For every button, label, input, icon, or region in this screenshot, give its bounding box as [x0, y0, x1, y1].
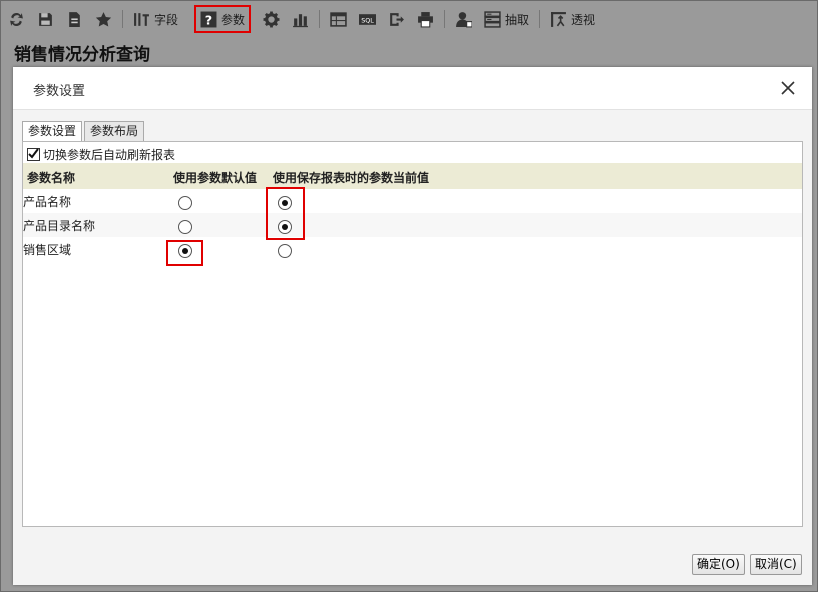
export-icon	[390, 12, 404, 26]
dialog-header: 参数设置	[13, 67, 812, 110]
cancel-button[interactable]: 取消(C)	[750, 554, 802, 575]
extract-label: 抽取	[505, 12, 530, 27]
highlight-box	[266, 187, 305, 240]
user-icon	[456, 11, 473, 27]
sql-icon: SQL	[359, 13, 377, 25]
highlight-box	[166, 240, 203, 266]
table-row: 产品目录名称	[23, 213, 802, 237]
user-button[interactable]	[451, 7, 476, 31]
save-icon	[39, 12, 52, 26]
params-label: 参数	[221, 12, 246, 27]
radio-use-default[interactable]	[178, 196, 192, 210]
fields-button[interactable]: 字段	[129, 7, 182, 31]
param-settings-dialog: 参数设置 参数设置 参数布局 切换参数后自动刷新报表 参数名称 使用参数默认值 …	[13, 67, 812, 585]
export-button[interactable]	[384, 7, 409, 31]
close-button[interactable]	[778, 78, 798, 98]
auto-refresh-checkbox[interactable]	[27, 148, 40, 161]
toolbar: 字段 ? 参数 SQL 抽取 透视	[0, 0, 818, 38]
params-button[interactable]: ? 参数	[194, 5, 252, 33]
toolbar-separator	[319, 10, 321, 28]
tab-param-layout[interactable]: 参数布局	[84, 121, 145, 141]
gear-icon	[263, 11, 280, 27]
refresh-button[interactable]	[4, 7, 29, 31]
settings-button[interactable]	[259, 7, 284, 31]
param-settings-panel: 切换参数后自动刷新报表 参数名称 使用参数默认值 使用保存报表时的参数当前值 产…	[22, 141, 803, 527]
save-as-button[interactable]	[62, 7, 87, 31]
extract-button[interactable]: 抽取	[480, 7, 533, 31]
auto-refresh-row[interactable]: 切换参数后自动刷新报表	[27, 146, 175, 163]
bar-chart-icon	[293, 13, 308, 27]
svg-text:SQL: SQL	[361, 16, 374, 24]
param-grid-header: 参数名称 使用参数默认值 使用保存报表时的参数当前值	[23, 163, 802, 189]
favorite-button[interactable]	[91, 7, 116, 31]
fields-icon	[134, 12, 149, 26]
col-use-current: 使用保存报表时的参数当前值	[273, 171, 430, 185]
svg-text:?: ?	[205, 13, 212, 28]
radio-use-current[interactable]	[278, 244, 292, 258]
table-button[interactable]	[326, 7, 351, 31]
print-button[interactable]	[413, 7, 438, 31]
extract-icon	[484, 10, 501, 28]
checkmark-icon	[28, 148, 39, 159]
sql-button[interactable]: SQL	[355, 7, 380, 31]
pivot-icon	[551, 11, 566, 27]
param-name: 产品名称	[23, 195, 72, 209]
auto-refresh-label: 切换参数后自动刷新报表	[43, 148, 176, 162]
col-param-name: 参数名称	[27, 171, 76, 185]
star-icon	[95, 11, 112, 27]
table-row: 销售区域	[23, 237, 802, 261]
toolbar-separator	[444, 10, 446, 28]
table-row: 产品名称	[23, 189, 802, 213]
radio-use-default[interactable]	[178, 220, 192, 234]
close-icon	[781, 81, 795, 95]
param-name: 产品目录名称	[23, 219, 96, 233]
dialog-title: 参数设置	[33, 84, 86, 99]
table-icon	[330, 11, 347, 27]
tab-param-settings[interactable]: 参数设置	[22, 121, 83, 142]
fields-label: 字段	[154, 12, 179, 27]
save-button[interactable]	[33, 7, 58, 31]
chart-button[interactable]	[288, 7, 313, 31]
param-name: 销售区域	[23, 243, 72, 257]
col-use-default: 使用参数默认值	[173, 171, 258, 185]
toolbar-separator	[122, 10, 123, 28]
help-question-icon: ?	[200, 11, 217, 28]
pivot-button[interactable]: 透视	[546, 7, 599, 31]
document-icon	[69, 11, 80, 27]
page-title: 销售情况分析查询	[14, 45, 150, 65]
pivot-label: 透视	[571, 12, 596, 27]
toolbar-separator	[539, 10, 541, 28]
tab-bar: 参数设置 参数布局	[22, 121, 146, 142]
ok-button[interactable]: 确定(O)	[692, 554, 745, 575]
printer-icon	[418, 11, 433, 27]
refresh-icon	[10, 12, 23, 26]
